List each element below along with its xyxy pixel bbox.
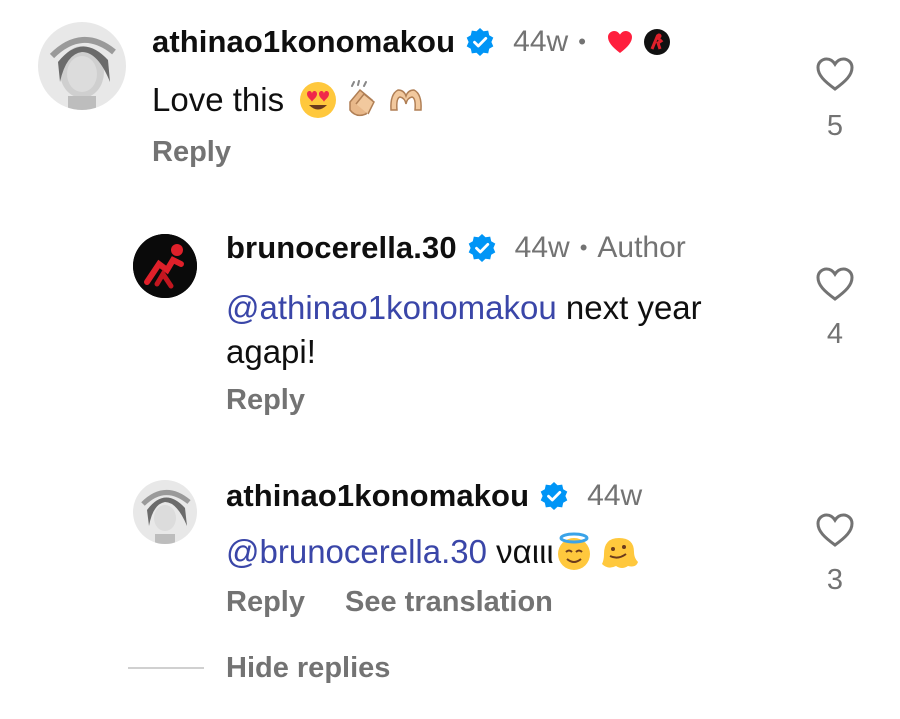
comment-time: 44w <box>514 231 570 264</box>
like-heart-icon[interactable] <box>815 56 855 92</box>
heart-hands-emoji <box>390 89 422 111</box>
reply-button[interactable]: Reply <box>226 384 305 417</box>
comment-text-line2: agapi! <box>226 333 316 370</box>
melting-face-emoji <box>601 538 638 568</box>
like-heart-icon[interactable] <box>815 266 855 302</box>
like-count: 3 <box>826 564 844 596</box>
see-translation-button[interactable]: See translation <box>345 586 553 619</box>
like-count: 5 <box>826 110 844 142</box>
verified-badge-icon <box>540 482 568 510</box>
like-heart-icon[interactable] <box>815 512 855 548</box>
comment-time: 44w <box>587 479 643 512</box>
author-badge: Author <box>597 231 686 264</box>
liked-by-author-heart-icon <box>607 31 632 53</box>
verified-badge-icon <box>466 28 494 56</box>
reply-button[interactable]: Reply <box>226 586 305 619</box>
clapping-hands-emoji <box>349 80 376 117</box>
reply-button[interactable]: Reply <box>152 136 231 169</box>
replies-divider <box>128 667 204 669</box>
mention-link[interactable]: @athinao1konomakou <box>226 289 557 326</box>
halo-face-emoji <box>557 532 590 570</box>
comment-username[interactable]: athinao1konomakou <box>226 478 529 514</box>
separator-dot: • <box>578 29 586 54</box>
comment-text: ναιιι <box>487 533 554 570</box>
like-count: 4 <box>826 318 844 350</box>
comment-text: Love this <box>152 81 285 118</box>
hide-replies-button[interactable]: Hide replies <box>226 652 390 685</box>
avatar[interactable] <box>133 480 197 544</box>
author-mini-avatar <box>643 29 670 55</box>
avatar[interactable] <box>133 234 197 298</box>
comment-username[interactable]: athinao1konomakou <box>152 24 455 60</box>
verified-badge-icon <box>468 234 495 262</box>
comment-username[interactable]: brunocerella.30 <box>226 230 457 266</box>
mention-link[interactable]: @brunocerella.30 <box>226 530 487 574</box>
heart-eyes-emoji <box>300 82 337 118</box>
comment-text: next year <box>556 289 702 326</box>
avatar[interactable] <box>38 22 126 110</box>
comment-time: 44w <box>513 25 569 58</box>
separator-dot: • <box>579 235 588 260</box>
